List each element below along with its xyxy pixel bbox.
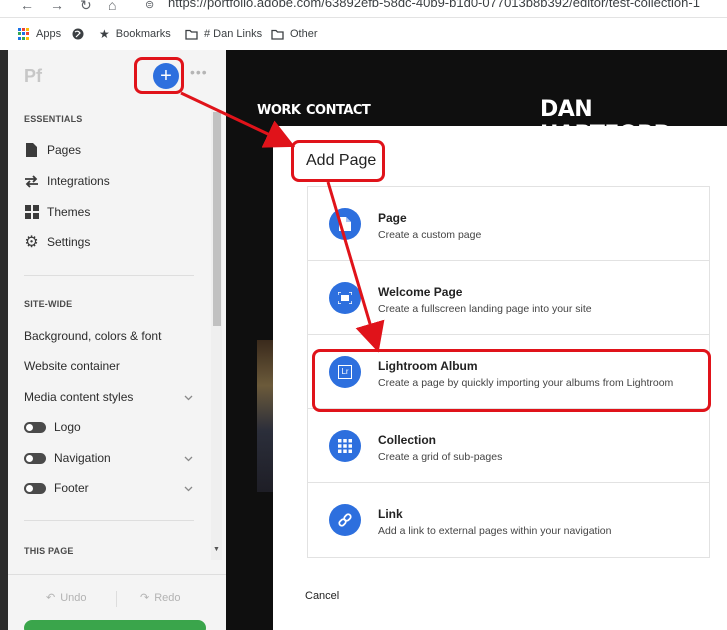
reload-icon[interactable]: ↻	[80, 0, 92, 14]
sidebar-item-media-styles[interactable]: Media content styles	[24, 390, 133, 404]
star-icon: ★	[99, 27, 110, 41]
annotation-box-add-page-title	[291, 140, 385, 182]
chevron-down-icon[interactable]	[184, 484, 193, 493]
chevron-down-icon[interactable]	[184, 393, 193, 402]
this-page-heading: THIS PAGE	[24, 546, 74, 556]
divider	[116, 591, 117, 607]
link-icon	[329, 504, 361, 536]
browser-toolbar: ← → ↻ ⌂ ⊜ https://portfolio.adobe.com/63…	[0, 0, 727, 18]
bookmark-label: # Dan Links	[204, 28, 263, 40]
nav-link-contact: CONTACT	[306, 103, 371, 118]
toggle-label: Logo	[54, 420, 81, 434]
toggle-row-navigation[interactable]: Navigation	[24, 448, 111, 468]
bookmark-dan-links[interactable]: # Dan Links	[185, 26, 262, 42]
bookmark-globe[interactable]	[72, 26, 84, 42]
divider	[8, 574, 226, 575]
undo-label: Undo	[60, 591, 87, 604]
divider	[24, 520, 194, 521]
option-title: Welcome Page	[378, 285, 463, 299]
option-title: Link	[378, 507, 403, 521]
footer-toggle[interactable]	[24, 482, 46, 494]
forward-arrow-icon[interactable]: →	[50, 0, 64, 13]
redo-label: Redo	[154, 591, 181, 604]
redo-icon: ↷	[140, 592, 150, 604]
logo-toggle[interactable]	[24, 421, 46, 433]
navigation-toggle[interactable]	[24, 452, 46, 464]
cancel-button[interactable]: Cancel	[305, 590, 339, 602]
sidebar-item-website-container[interactable]: Website container	[24, 359, 120, 373]
undo-icon: ↶	[46, 592, 56, 604]
folder-icon	[271, 29, 284, 40]
sidebar-item-label: Integrations	[47, 174, 110, 188]
option-page[interactable]: Page Create a custom page	[308, 187, 709, 261]
integrations-icon	[24, 174, 39, 189]
page-icon	[329, 208, 361, 240]
bookmark-label: Apps	[36, 28, 62, 40]
page-icon	[24, 143, 39, 158]
divider	[24, 275, 194, 276]
toggle-label: Navigation	[54, 451, 111, 465]
sidebar-item-label: Settings	[47, 235, 91, 249]
home-icon[interactable]: ⌂	[108, 0, 116, 13]
sidebar-item-themes[interactable]: Themes	[24, 202, 90, 222]
option-title: Page	[378, 211, 407, 225]
back-arrow-icon[interactable]: ←	[20, 0, 34, 13]
fullscreen-icon	[329, 282, 361, 314]
option-description: Add a link to external pages within your…	[378, 525, 612, 537]
background-window-edge	[0, 50, 8, 630]
annotation-box-lightroom-option	[312, 349, 711, 412]
sidebar-item-background[interactable]: Background, colors & font	[24, 329, 161, 343]
more-options-icon[interactable]: •••	[190, 64, 208, 80]
scroll-down-arrow-icon[interactable]: ▼	[213, 546, 220, 553]
portfolio-logo: Pf	[24, 66, 42, 86]
bookmark-bookmarks[interactable]: ★ Bookmarks	[99, 26, 171, 42]
toggle-row-logo[interactable]: Logo	[24, 417, 81, 437]
sidebar-item-integrations[interactable]: Integrations	[24, 171, 110, 191]
publish-button[interactable]	[24, 620, 206, 630]
option-description: Create a grid of sub-pages	[378, 451, 503, 463]
essentials-heading: ESSENTIALS	[24, 114, 83, 124]
redo-button[interactable]: ↷ Redo	[140, 591, 181, 605]
bookmark-other[interactable]: Other	[271, 26, 318, 42]
sidebar-scrollbar-thumb[interactable]	[213, 112, 221, 326]
preview-photo	[257, 340, 273, 492]
bookmarks-bar: Apps ★ Bookmarks # Dan Links Other	[0, 18, 727, 50]
themes-grid-icon	[24, 205, 39, 220]
editor-sidebar: Pf + ••• ESSENTIALS Pages Integrations T…	[8, 50, 226, 630]
option-title: Collection	[378, 433, 437, 447]
option-welcome-page[interactable]: Welcome Page Create a fullscreen landing…	[308, 261, 709, 335]
option-link[interactable]: Link Add a link to external pages within…	[308, 483, 709, 557]
apps-grid-icon	[18, 28, 30, 40]
globe-icon	[72, 28, 84, 40]
undo-button[interactable]: ↶ Undo	[46, 591, 87, 605]
folder-icon	[185, 29, 198, 40]
bookmark-apps[interactable]: Apps	[18, 26, 61, 42]
gear-icon: ⚙	[24, 234, 39, 251]
sidebar-item-pages[interactable]: Pages	[24, 140, 81, 160]
grid-icon	[329, 430, 361, 462]
site-wide-heading: SITE-WIDE	[24, 299, 73, 309]
annotation-box-add-button	[134, 57, 184, 94]
option-description: Create a fullscreen landing page into yo…	[378, 303, 592, 315]
sidebar-item-label: Pages	[47, 143, 82, 157]
sidebar-item-label: Themes	[47, 205, 91, 219]
option-description: Create a custom page	[378, 229, 482, 241]
undo-redo-bar: ↶ Undo ↷ Redo	[8, 585, 226, 611]
address-bar[interactable]: https://portfolio.adobe.com/63892efb-58d…	[168, 0, 700, 10]
toggle-label: Footer	[54, 481, 89, 495]
nav-link-work: WORK	[257, 103, 301, 118]
chevron-down-icon[interactable]	[184, 454, 193, 463]
bookmark-label: Other	[290, 28, 318, 40]
option-collection[interactable]: Collection Create a grid of sub-pages	[308, 409, 709, 483]
site-info-icon[interactable]: ⊜	[145, 0, 154, 11]
sidebar-item-settings[interactable]: ⚙ Settings	[24, 232, 90, 252]
toggle-row-footer[interactable]: Footer	[24, 478, 89, 498]
screenshot-root: ← → ↻ ⌂ ⊜ https://portfolio.adobe.com/63…	[0, 0, 727, 630]
bookmark-label: Bookmarks	[115, 28, 171, 40]
